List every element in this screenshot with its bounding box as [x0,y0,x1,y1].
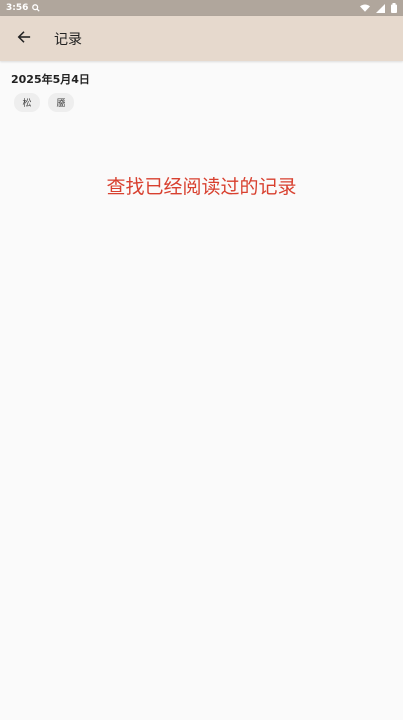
screen: 3:56 记录 2025年5月4日 松 靥 查找已经阅读过的记录 [0,0,403,720]
signal-icon [376,3,385,13]
record-chip[interactable]: 松 [14,93,40,112]
status-bar: 3:56 [0,0,403,16]
record-chip[interactable]: 靥 [48,93,74,112]
back-button[interactable] [12,27,36,51]
page-title: 记录 [54,31,82,48]
date-heading: 2025年5月4日 [11,73,90,86]
search-icon [32,4,41,12]
app-bar: 记录 [0,16,403,61]
status-right [360,3,397,13]
battery-icon [391,3,397,13]
status-left: 3:56 [6,3,41,13]
arrow-left-icon [17,29,31,48]
hint-text: 查找已经阅读过的记录 [106,176,297,198]
status-time: 3:56 [6,3,29,13]
record-chips: 松 靥 [14,93,74,112]
wifi-icon [360,4,370,12]
